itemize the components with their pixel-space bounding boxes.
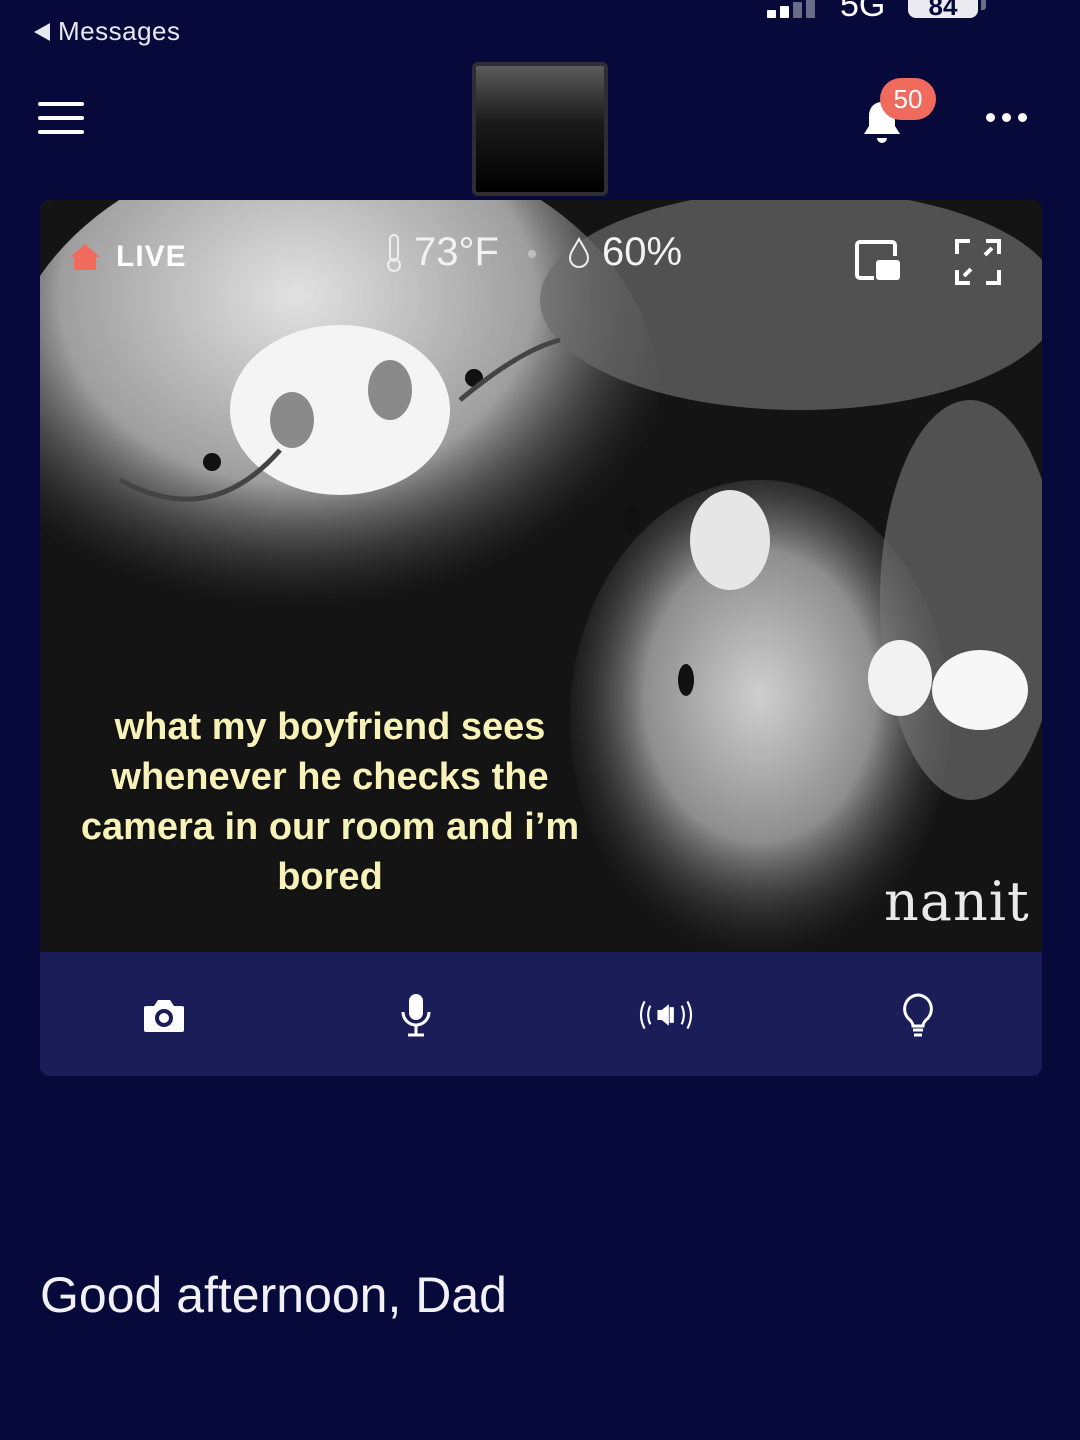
back-to-messages-link[interactable]: Messages — [34, 16, 181, 47]
camera-device-thumbnail[interactable] — [472, 62, 608, 196]
speaker-icon[interactable] — [636, 990, 696, 1040]
picture-in-picture-icon[interactable] — [854, 238, 902, 284]
status-bar: Messages 5G 84 — [0, 0, 1080, 50]
camera-control-bar — [40, 952, 1042, 1076]
temperature-value: 73°F — [414, 230, 499, 274]
droplet-icon — [568, 236, 590, 268]
back-arrow-icon — [34, 22, 50, 41]
live-indicator: LIVE — [68, 240, 187, 274]
back-label: Messages — [58, 16, 181, 46]
nanit-watermark: nanit — [884, 870, 1030, 933]
hamburger-menu-icon[interactable] — [38, 102, 86, 136]
battery-level: 84 — [908, 0, 978, 18]
home-icon — [70, 244, 100, 270]
video-caption: what my boyfriend sees whenever he check… — [80, 706, 580, 898]
battery-cap — [981, 0, 986, 10]
temperature-readout: 73°F — [384, 230, 499, 275]
humidity-readout: 60% — [566, 230, 682, 275]
live-label: LIVE — [116, 240, 187, 273]
lightbulb-icon[interactable] — [888, 990, 948, 1040]
network-type: 5G — [840, 0, 886, 24]
camera-icon[interactable] — [134, 990, 194, 1040]
humidity-value: 60% — [602, 230, 683, 274]
camera-live-feed[interactable]: LIVE 73°F 60% what my boyfriend sees whe… — [40, 200, 1042, 952]
notification-badge: 50 — [880, 78, 936, 120]
signal-strength-icon — [767, 0, 815, 18]
microphone-icon[interactable] — [386, 990, 446, 1040]
thermometer-icon — [387, 233, 401, 272]
fullscreen-icon[interactable] — [954, 238, 1002, 286]
greeting-text: Good afternoon, Dad — [40, 1267, 507, 1323]
separator-dot — [528, 250, 536, 258]
more-options-icon[interactable] — [986, 113, 1027, 122]
